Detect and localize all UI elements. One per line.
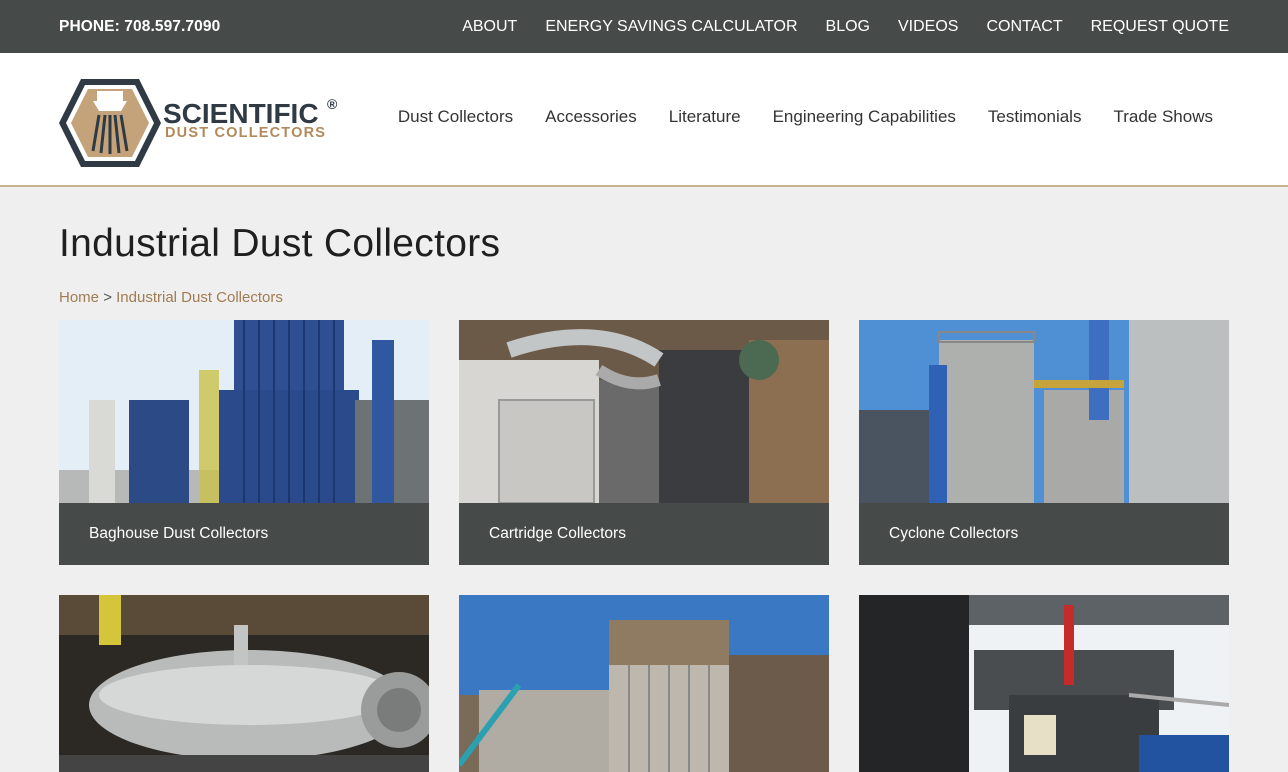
logo-registered: ® (327, 96, 338, 112)
main-nav-engineering-capabilities[interactable]: Engineering Capabilities (773, 107, 956, 127)
logo-line2: DUST COLLECTORS (165, 125, 326, 141)
top-nav-blog[interactable]: BLOG (826, 18, 870, 36)
breadcrumb-separator: > (103, 289, 112, 306)
breadcrumb: Home > Industrial Dust Collectors (59, 289, 283, 306)
breadcrumb-current: Industrial Dust Collectors (116, 289, 283, 306)
card-label: Baghouse Dust Collectors (89, 525, 269, 542)
main-nav-testimonials[interactable]: Testimonials (988, 107, 1082, 127)
card-label: Cyclone Collectors (889, 525, 1019, 542)
phone-number[interactable]: PHONE: 708.597.7090 (59, 18, 220, 36)
cartridge-image (459, 320, 829, 503)
main-nav-accessories[interactable]: Accessories (545, 107, 637, 127)
page-title: Industrial Dust Collectors (59, 222, 501, 265)
main-nav-literature[interactable]: Literature (669, 107, 741, 127)
product-card-row2-2[interactable] (459, 595, 829, 772)
product-card-row2-3[interactable] (859, 595, 1229, 772)
product-card-cartridge[interactable]: Cartridge Collectors (459, 320, 829, 565)
card-label: Cartridge Collectors (489, 525, 626, 542)
site-header: SCIENTIFIC ® DUST COLLECTORS Dust Collec… (0, 53, 1288, 187)
top-nav: ABOUT ENERGY SAVINGS CALCULATOR BLOG VID… (462, 18, 1229, 36)
outdoor-collector-image (459, 595, 829, 772)
site-logo[interactable]: SCIENTIFIC ® DUST COLLECTORS (59, 77, 349, 169)
product-card-row2-1[interactable] (59, 595, 429, 772)
main-nav-trade-shows[interactable]: Trade Shows (1113, 107, 1213, 127)
baghouse-image (59, 320, 429, 503)
cyclone-image (859, 320, 1229, 503)
top-bar: PHONE: 708.597.7090 ABOUT ENERGY SAVINGS… (0, 0, 1288, 53)
main-nav: Dust Collectors Accessories Literature E… (398, 107, 1213, 127)
top-nav-energy-savings-calculator[interactable]: ENERGY SAVINGS CALCULATOR (545, 18, 797, 36)
bin-vent-collector-image (859, 595, 1229, 772)
top-nav-videos[interactable]: VIDEOS (898, 18, 958, 36)
horizontal-collector-image (59, 595, 429, 772)
product-card-cyclone[interactable]: Cyclone Collectors (859, 320, 1229, 565)
top-nav-contact[interactable]: CONTACT (986, 18, 1062, 36)
top-nav-request-quote[interactable]: REQUEST QUOTE (1091, 18, 1229, 36)
product-card-baghouse[interactable]: Baghouse Dust Collectors (59, 320, 429, 565)
top-nav-about[interactable]: ABOUT (462, 18, 517, 36)
breadcrumb-home[interactable]: Home (59, 289, 99, 306)
main-nav-dust-collectors[interactable]: Dust Collectors (398, 107, 513, 127)
